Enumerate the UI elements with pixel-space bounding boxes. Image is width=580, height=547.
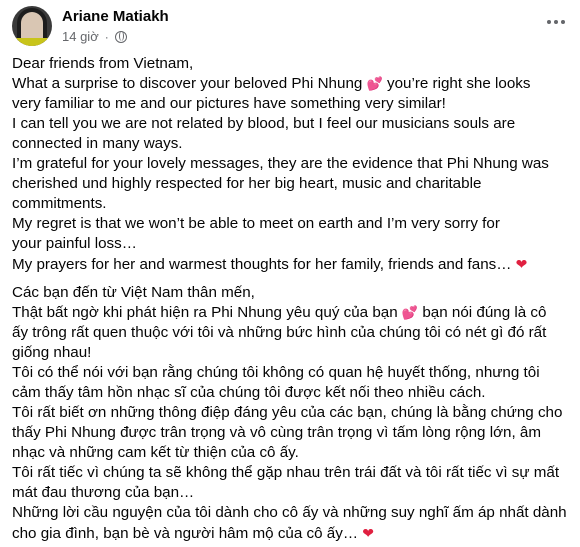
- post-timestamp[interactable]: 14 giờ: [62, 29, 99, 44]
- vi-line: Thật bất ngờ khi phát hiện ra Phi Nhung …: [12, 304, 547, 321]
- en-line: your painful loss…: [12, 235, 137, 252]
- two-hearts-icon: 💕: [401, 305, 419, 320]
- vi-line: Những lời cầu nguyện của tôi dành cho cô…: [12, 504, 567, 521]
- separator-dot: ·: [104, 29, 109, 44]
- vi-line: nhạc và những cam kết từ thiện của cô ấy…: [12, 444, 299, 461]
- vi-line: cho gia đình, bạn bè và người hâm mộ của…: [12, 525, 374, 542]
- author-avatar[interactable]: [12, 6, 52, 46]
- vi-line: Các bạn đến từ Việt Nam thân mến,: [12, 284, 255, 301]
- en-line: My regret is that we won’t be able to me…: [12, 215, 500, 232]
- two-hearts-icon: 💕: [366, 76, 383, 91]
- vi-line: Tôi rất tiếc vì chúng ta sẽ không thể gặ…: [12, 464, 560, 481]
- en-line: cherished und highly respected for her b…: [12, 175, 482, 192]
- en-line: commitments.: [12, 195, 107, 212]
- vi-line: Tôi rất biết ơn những thông điệp đáng yê…: [12, 404, 563, 421]
- en-line: connected in many ways.: [12, 135, 183, 152]
- more-options-icon[interactable]: [544, 14, 568, 30]
- en-line: I can tell you we are not related by blo…: [12, 115, 516, 132]
- post-body: Dear friends from Vietnam, What a surpri…: [12, 54, 572, 544]
- red-heart-icon: ❤: [515, 256, 528, 272]
- vi-line: thấy Phi Nhung được trân trọng và vô cùn…: [12, 424, 542, 441]
- en-line: I’m grateful for your lovely messages, t…: [12, 155, 549, 172]
- red-heart-icon: ❤: [362, 525, 374, 541]
- vi-line: giống nhau!: [12, 344, 92, 361]
- globe-icon: [114, 30, 127, 43]
- vi-line: Tôi có thể nói với bạn rằng chúng tôi kh…: [12, 364, 540, 381]
- vi-line: mát đau thương của bạn…: [12, 484, 195, 501]
- en-line: Dear friends from Vietnam,: [12, 55, 194, 72]
- en-line: very familiar to me and our pictures hav…: [12, 95, 446, 112]
- vi-line: cảm thấy tâm hồn nhạc sĩ của chúng tôi đ…: [12, 384, 486, 401]
- post-meta: 14 giờ ·: [62, 29, 127, 44]
- en-line: What a surprise to discover your beloved…: [12, 75, 531, 92]
- vi-line: ấy trông rất quen thuộc với tôi và những…: [12, 324, 547, 341]
- author-name[interactable]: Ariane Matiakh: [62, 8, 169, 25]
- en-line: My prayers for her and warmest thoughts …: [12, 256, 528, 273]
- facebook-post: Ariane Matiakh 14 giờ · Dear friends fro…: [0, 0, 580, 547]
- post-header: Ariane Matiakh 14 giờ ·: [12, 6, 580, 46]
